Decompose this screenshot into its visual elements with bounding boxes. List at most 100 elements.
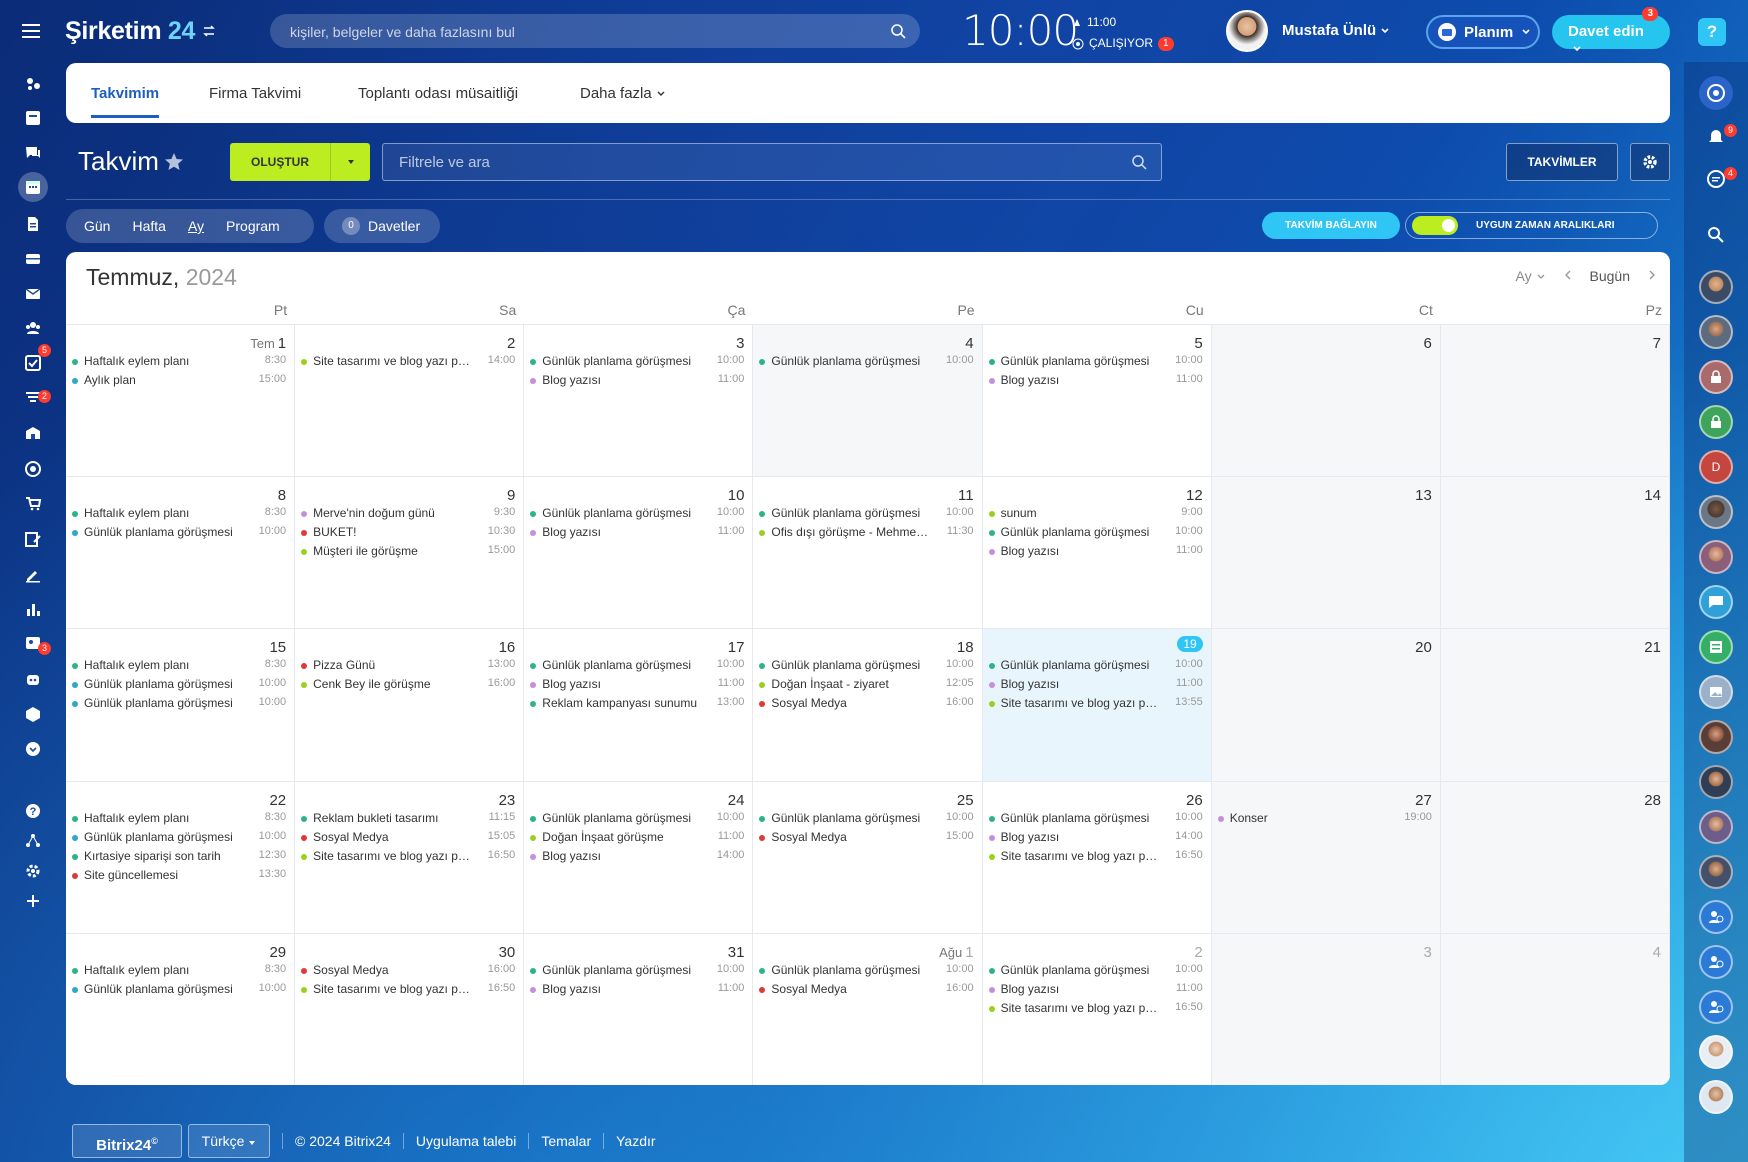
work-status[interactable]: 11:00 ÇALIŞIYOR 1 bbox=[1072, 12, 1174, 54]
day-cell[interactable]: 21 bbox=[1440, 628, 1670, 781]
calendar-event[interactable]: Sosyal Medya 16:00 bbox=[759, 695, 974, 715]
day-cell[interactable]: 2 Site tasarımı ve blog yazı planı 14:00 bbox=[295, 324, 525, 477]
settings-icon[interactable] bbox=[20, 858, 46, 884]
invite-button[interactable]: Davet edin 3 bbox=[1552, 7, 1670, 52]
calendar-event[interactable]: Reklam bukleti tasarımı 11:15 bbox=[301, 810, 515, 830]
calendar-event[interactable]: Sosyal Medya 15:00 bbox=[759, 829, 974, 849]
day-cell[interactable]: 13 bbox=[1211, 476, 1441, 629]
search-icon[interactable] bbox=[1699, 218, 1733, 252]
day-number[interactable]: 11 bbox=[958, 487, 974, 504]
day-cell[interactable]: 4 Günlük planlama görüşmesi 10:00 bbox=[753, 324, 983, 477]
settings-button[interactable] bbox=[1630, 143, 1670, 181]
user-menu[interactable]: Mustafa Ünlü bbox=[1282, 22, 1390, 39]
day-cell[interactable]: 9 Merve'nin doğum günü 9:30 BUKET! 10:30 Müşt… bbox=[295, 476, 525, 629]
tab-company-calendar[interactable]: Firma Takvimi bbox=[209, 85, 301, 102]
day-number[interactable]: Ağu 1 bbox=[939, 944, 973, 961]
calendar-event[interactable]: Blog yazısı 11:00 bbox=[530, 676, 744, 696]
user-avatar[interactable] bbox=[1226, 10, 1268, 52]
day-cell[interactable]: 12 sunum 9:00 Günlük planlama görüşmesi 10:0… bbox=[982, 476, 1212, 629]
box-icon[interactable] bbox=[20, 701, 46, 727]
calendar-event[interactable]: Blog yazısı 11:00 bbox=[988, 981, 1203, 1001]
calendar-event[interactable]: Site tasarımı ve blog yazı planı 16:50 bbox=[301, 981, 515, 1001]
contact-avatar[interactable] bbox=[1699, 495, 1733, 529]
calendar-event[interactable]: Site tasarımı ve blog yazı planı 16:50 bbox=[988, 1000, 1203, 1020]
user-clock-icon[interactable] bbox=[1699, 990, 1733, 1024]
add-icon[interactable] bbox=[20, 888, 46, 914]
calendar-event[interactable]: Günlük planlama görüşmesi 10:00 bbox=[988, 657, 1203, 677]
brand-logo[interactable]: Şirketim 24 bbox=[65, 17, 195, 46]
calendar-icon[interactable] bbox=[18, 172, 48, 202]
day-cell[interactable]: 3 bbox=[1211, 932, 1441, 1085]
contact-avatar[interactable] bbox=[1699, 720, 1733, 754]
calendar-event[interactable]: Günlük planlama görüşmesi 10:00 bbox=[72, 829, 286, 849]
day-number[interactable]: 2 bbox=[1194, 944, 1202, 961]
day-number[interactable]: 21 bbox=[1644, 639, 1661, 656]
contact-avatar[interactable] bbox=[1699, 540, 1733, 574]
feed-icon[interactable] bbox=[20, 71, 46, 97]
drive-icon[interactable] bbox=[20, 246, 46, 272]
contact-avatar[interactable] bbox=[1699, 765, 1733, 799]
day-cell[interactable]: 24 Günlük planlama görüşmesi 10:00 Doğan İn… bbox=[524, 780, 754, 933]
slots-toggle[interactable] bbox=[1412, 216, 1458, 235]
day-number[interactable]: 22 bbox=[269, 792, 286, 809]
calendar-event[interactable]: Site tasarımı ve blog yazı planı 16:50 bbox=[301, 848, 515, 868]
day-cell[interactable]: 17 Günlük planlama görüşmesi 10:00 Blog yaz… bbox=[524, 628, 754, 781]
day-number[interactable]: 17 bbox=[728, 639, 745, 656]
calendar-event[interactable]: Haftalık eylem planı 8:30 bbox=[72, 353, 286, 373]
day-number[interactable]: 14 bbox=[1644, 487, 1661, 504]
calendar-event[interactable]: Blog yazısı 11:00 bbox=[530, 981, 744, 1001]
day-cell[interactable]: 8 Haftalık eylem planı 8:30 Günlük planlama… bbox=[66, 476, 296, 629]
day-number[interactable]: 10 bbox=[728, 487, 745, 504]
view-month[interactable]: Ay bbox=[188, 218, 204, 234]
day-number[interactable]: 24 bbox=[728, 792, 745, 809]
calendar-event[interactable]: Günlük planlama görüşmesi 10:00 bbox=[72, 695, 286, 715]
day-number[interactable]: 12 bbox=[1186, 487, 1203, 504]
calendars-button[interactable]: TAKVİMLER bbox=[1506, 143, 1618, 181]
calendar-event[interactable]: Doğan İnşaat - ziyaret 12:05 bbox=[759, 676, 974, 696]
calendar-event[interactable]: Sosyal Medya 16:00 bbox=[759, 981, 974, 1001]
calendar-event[interactable]: Konser 19:00 bbox=[1217, 810, 1432, 830]
day-cell[interactable]: 5 Günlük planlama görüşmesi 10:00 Blog yazı… bbox=[982, 324, 1212, 477]
tab-my-calendar[interactable]: Takvimim bbox=[91, 85, 160, 118]
invites-button[interactable]: 0 Davetler bbox=[324, 209, 440, 243]
lock-icon[interactable] bbox=[1699, 360, 1733, 394]
mail-icon[interactable] bbox=[20, 281, 46, 307]
calendar-event[interactable]: Cenk Bey ile görüşme 16:00 bbox=[301, 676, 515, 696]
day-number[interactable]: 29 bbox=[269, 944, 286, 961]
shop-icon[interactable] bbox=[20, 490, 46, 516]
calendar-event[interactable]: Blog yazısı 14:00 bbox=[988, 829, 1203, 849]
documents-icon[interactable] bbox=[20, 211, 46, 237]
day-number[interactable]: 25 bbox=[957, 792, 974, 809]
day-number[interactable]: 19 bbox=[1177, 636, 1203, 653]
day-cell[interactable]: 23 Reklam bukleti tasarımı 11:15 Sosyal Med… bbox=[295, 780, 525, 933]
calendar-event[interactable]: Kırtasiye siparişi son tarih 12:30 bbox=[72, 848, 286, 868]
calendar-event[interactable]: Günlük planlama görüşmesi 10:00 bbox=[72, 981, 286, 1001]
create-button[interactable]: OLUŞTUR bbox=[230, 143, 370, 181]
calendar-event[interactable]: Blog yazısı 11:00 bbox=[988, 543, 1203, 563]
day-number[interactable]: Tem 1 bbox=[250, 335, 286, 352]
clock[interactable]: 10:00 bbox=[962, 6, 1079, 55]
calendar-event[interactable]: Sosyal Medya 16:00 bbox=[301, 962, 515, 982]
day-number[interactable]: 3 bbox=[736, 335, 744, 352]
day-cell[interactable]: 3 Günlük planlama görüşmesi 10:00 Blog yazı… bbox=[524, 324, 754, 477]
day-number[interactable]: 31 bbox=[728, 944, 745, 961]
calendar-event[interactable]: Haftalık eylem planı 8:30 bbox=[72, 810, 286, 830]
day-number[interactable]: 27 bbox=[1415, 792, 1432, 809]
help-button[interactable]: ? bbox=[1698, 18, 1726, 46]
search-icon[interactable] bbox=[1131, 154, 1147, 170]
calendar-event[interactable]: Aylık plan 15:00 bbox=[72, 372, 286, 392]
day-number[interactable]: 9 bbox=[507, 487, 515, 504]
calendar-event[interactable]: Blog yazısı 11:00 bbox=[530, 524, 744, 544]
contact-avatar[interactable] bbox=[1699, 855, 1733, 889]
day-cell[interactable]: Ağu 1 Günlük planlama görüşmesi 10:00 Sosyal… bbox=[753, 932, 983, 1085]
calendar-event[interactable]: Doğan İnşaat görüşme 11:00 bbox=[530, 829, 744, 849]
footer-link-themes[interactable]: Temalar bbox=[528, 1133, 603, 1149]
tab-more[interactable]: Daha fazla bbox=[580, 85, 666, 102]
contact-avatar[interactable] bbox=[1699, 1080, 1733, 1114]
search-icon[interactable] bbox=[890, 23, 906, 39]
view-schedule[interactable]: Program bbox=[226, 218, 280, 234]
calendar-event[interactable]: Günlük planlama görüşmesi 10:00 bbox=[530, 505, 744, 525]
calendar-event[interactable]: Pizza Günü 13:00 bbox=[301, 657, 515, 677]
chat-group-icon[interactable] bbox=[1699, 585, 1733, 619]
day-number[interactable]: 3 bbox=[1424, 944, 1432, 961]
